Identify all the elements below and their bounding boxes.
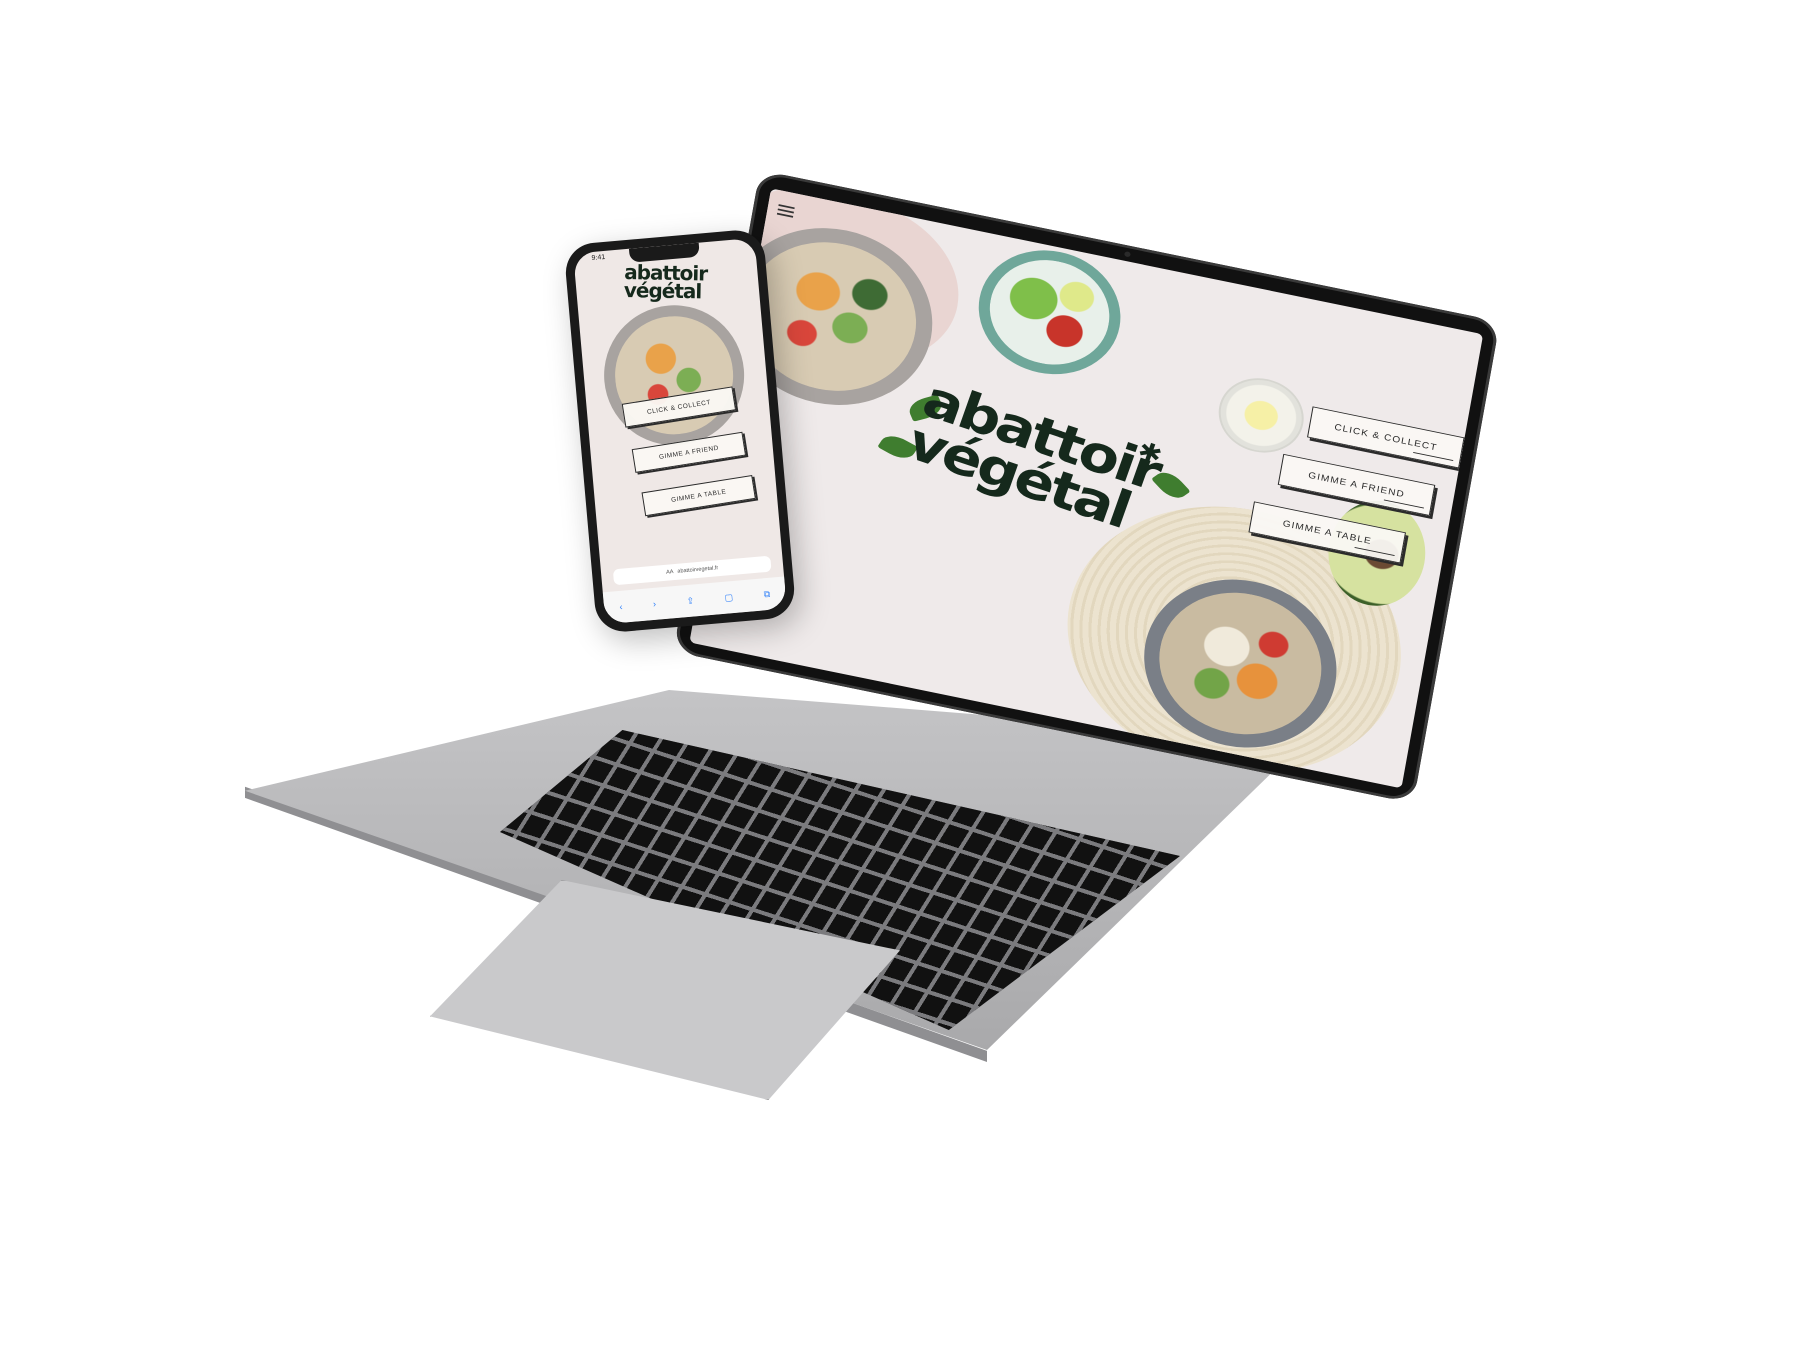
salad-bowl-image xyxy=(968,237,1131,387)
brand-line-2: végétal xyxy=(623,278,702,304)
status-bar-time: 9:41 xyxy=(591,253,606,263)
brand-wordmark: ✱ abattoir végétal xyxy=(900,369,1185,545)
forward-icon[interactable]: › xyxy=(653,599,657,609)
bookmarks-icon[interactable]: ▢ xyxy=(724,592,733,604)
back-icon[interactable]: ‹ xyxy=(619,602,623,612)
gimme-a-table-button[interactable]: GIMME A TABLE xyxy=(641,475,756,517)
lemon-water-glass-image xyxy=(1212,370,1310,461)
phone-device: 9:41 abattoir végétal CLICK & COLLECT GI… xyxy=(563,228,797,634)
webcam-icon xyxy=(1123,251,1131,258)
tabs-icon[interactable]: ⧉ xyxy=(763,588,770,600)
laptop-bezel: ✱ abattoir végétal CLICK & COLLECT GIMME… xyxy=(673,170,1500,804)
phone-screen: 9:41 abattoir végétal CLICK & COLLECT GI… xyxy=(573,237,787,625)
food-bowl-image xyxy=(598,299,750,452)
phone-notch xyxy=(628,242,700,263)
url-text: abattoirvegetal.fr xyxy=(677,565,719,575)
click-and-collect-button[interactable]: CLICK & COLLECT xyxy=(1307,406,1465,469)
reader-size-button[interactable]: AA xyxy=(666,569,674,576)
share-icon[interactable]: ⇪ xyxy=(686,595,694,607)
laptop-screen: ✱ abattoir végétal CLICK & COLLECT GIMME… xyxy=(689,188,1484,789)
device-mockup-scene: ✱ abattoir végétal CLICK & COLLECT GIMME… xyxy=(0,0,1813,1360)
brand-wordmark: abattoir végétal xyxy=(623,260,745,304)
